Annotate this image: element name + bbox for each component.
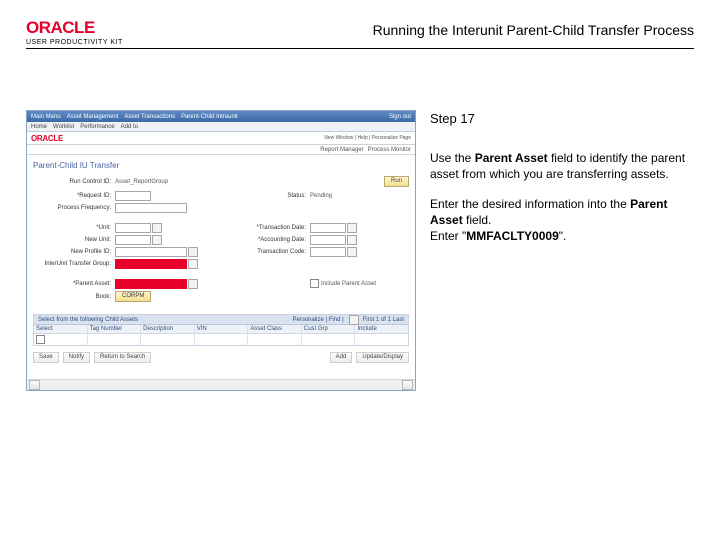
lookup-icon[interactable] [188,259,198,269]
header-rule [26,48,694,49]
report-mgr-link[interactable]: Report Manager [320,147,363,153]
instruction-paragraph: Use the Parent Asset field to identify t… [430,150,692,182]
table-row[interactable] [34,334,408,345]
crumb[interactable]: Main Menu [31,114,61,120]
unit-input[interactable] [115,223,151,233]
col-select: Select [34,325,88,333]
lookup-icon[interactable] [347,247,357,257]
calendar-icon[interactable] [347,223,357,233]
acct-date-label: *Accounting Date: [221,237,310,243]
book-value[interactable]: CORPM [115,291,151,302]
col-vin: VIN [195,325,249,333]
oracle-logo: ORACLE [26,18,123,38]
grid-personalize[interactable]: Personalize | Find | [293,317,344,323]
app-toolbar: Home Worklist Performance Add to [27,122,415,132]
iu-transfer-input[interactable] [115,259,187,269]
add-button[interactable]: Add [330,352,353,363]
col-desc: Description [141,325,195,333]
crumb[interactable]: Parent-Child Intraunit [181,114,238,120]
iu-transfer-label: InterUnit Transfer Group: [33,261,115,267]
page-title: Running the Interunit Parent-Child Trans… [373,22,694,38]
trans-code-input[interactable] [310,247,346,257]
status-label: Status: [221,193,310,199]
grid-range: First 1 of 1 Last [363,317,404,323]
new-profile-label: New Profile ID: [33,249,115,255]
toolbar-link[interactable]: Worklist [53,124,74,130]
app-quicklinks[interactable]: New Window | Help | Personalize Page [324,135,411,141]
instruction-paragraph: Enter the desired information into the P… [430,196,692,245]
app-sublinks: Report Manager Process Monitor [27,145,415,155]
app-breadcrumb: Main Menu Asset Management Asset Transac… [27,111,415,122]
lookup-icon[interactable] [188,247,198,257]
unit-label: *Unit: [33,225,115,231]
run-button[interactable]: Run [384,176,409,187]
scroll-right-icon[interactable] [402,380,413,390]
toolbar-link[interactable]: Home [31,124,47,130]
update-button[interactable]: Update/Display [356,352,409,363]
run-control-label: Run Control ID: [33,179,115,185]
trans-date-input[interactable] [310,223,346,233]
brand-block: ORACLE USER PRODUCTIVITY KIT [26,18,123,46]
trans-code-label: Transaction Code: [221,249,310,255]
toolbar-link[interactable]: Add to [121,124,138,130]
instruction-panel: Step 17 Use the Parent Asset field to id… [430,110,692,258]
col-cust-grp: Cust Grp [302,325,356,333]
include-parent-checkbox[interactable] [310,279,319,288]
run-control-value: Asset_ReportGroup [115,179,168,185]
app-brandbar: ORACLE New Window | Help | Personalize P… [27,132,415,145]
section-title: Parent-Child IU Transfer [27,155,415,172]
step-label: Step 17 [430,110,692,128]
child-assets-grid: Select from the following Child Assets P… [33,314,409,346]
lookup-icon[interactable] [188,279,198,289]
new-unit-input[interactable] [115,235,151,245]
request-id-label: *Request ID: [33,193,115,199]
book-label: Book: [33,294,115,300]
form-area: Run Control ID: Asset_ReportGroup Run *R… [27,172,415,310]
signout-link[interactable]: Sign out [389,114,411,120]
save-button[interactable]: Save [33,352,59,363]
process-freq-label: Process Frequency: [33,205,115,211]
calendar-icon[interactable] [347,235,357,245]
crumb[interactable]: Asset Transactions [124,114,175,120]
grid-zoom-icon[interactable] [349,315,359,325]
new-unit-label: New Unit: [33,237,115,243]
process-mon-link[interactable]: Process Monitor [368,147,411,153]
return-button[interactable]: Return to Search [94,352,151,363]
app-window: Main Menu Asset Management Asset Transac… [26,110,416,391]
entry-value: MMFACLTY0009 [466,229,558,243]
row-select-checkbox[interactable] [36,335,45,344]
toolbar-link[interactable]: Performance [80,124,114,130]
lookup-icon[interactable] [152,235,162,245]
parent-asset-label: *Parent Asset: [33,281,115,287]
acct-date-input[interactable] [310,235,346,245]
grid-title: Select from the following Child Assets [38,317,138,323]
horizontal-scrollbar[interactable] [27,379,415,390]
trans-date-label: *Transaction Date: [221,225,310,231]
col-include: Include [355,325,408,333]
crumb[interactable]: Asset Management [67,114,119,120]
product-name: USER PRODUCTIVITY KIT [26,39,123,46]
scroll-left-icon[interactable] [29,380,40,390]
field-name: Parent Asset [475,151,548,165]
include-parent-label: Include Parent Asset [321,281,376,287]
new-profile-input[interactable] [115,247,187,257]
request-id-input[interactable] [115,191,151,201]
app-oracle-logo: ORACLE [31,134,63,143]
parent-asset-input[interactable] [115,279,187,289]
notify-button[interactable]: Notify [63,352,90,363]
screenshot-panel: Main Menu Asset Management Asset Transac… [26,110,416,391]
process-freq-select[interactable] [115,203,187,213]
col-asset-class: Asset Class [248,325,302,333]
col-tag: Tag Number [88,325,142,333]
status-value: Pending [310,193,332,199]
lookup-icon[interactable] [152,223,162,233]
form-footer: Save Notify Return to Search Add Update/… [27,348,415,367]
